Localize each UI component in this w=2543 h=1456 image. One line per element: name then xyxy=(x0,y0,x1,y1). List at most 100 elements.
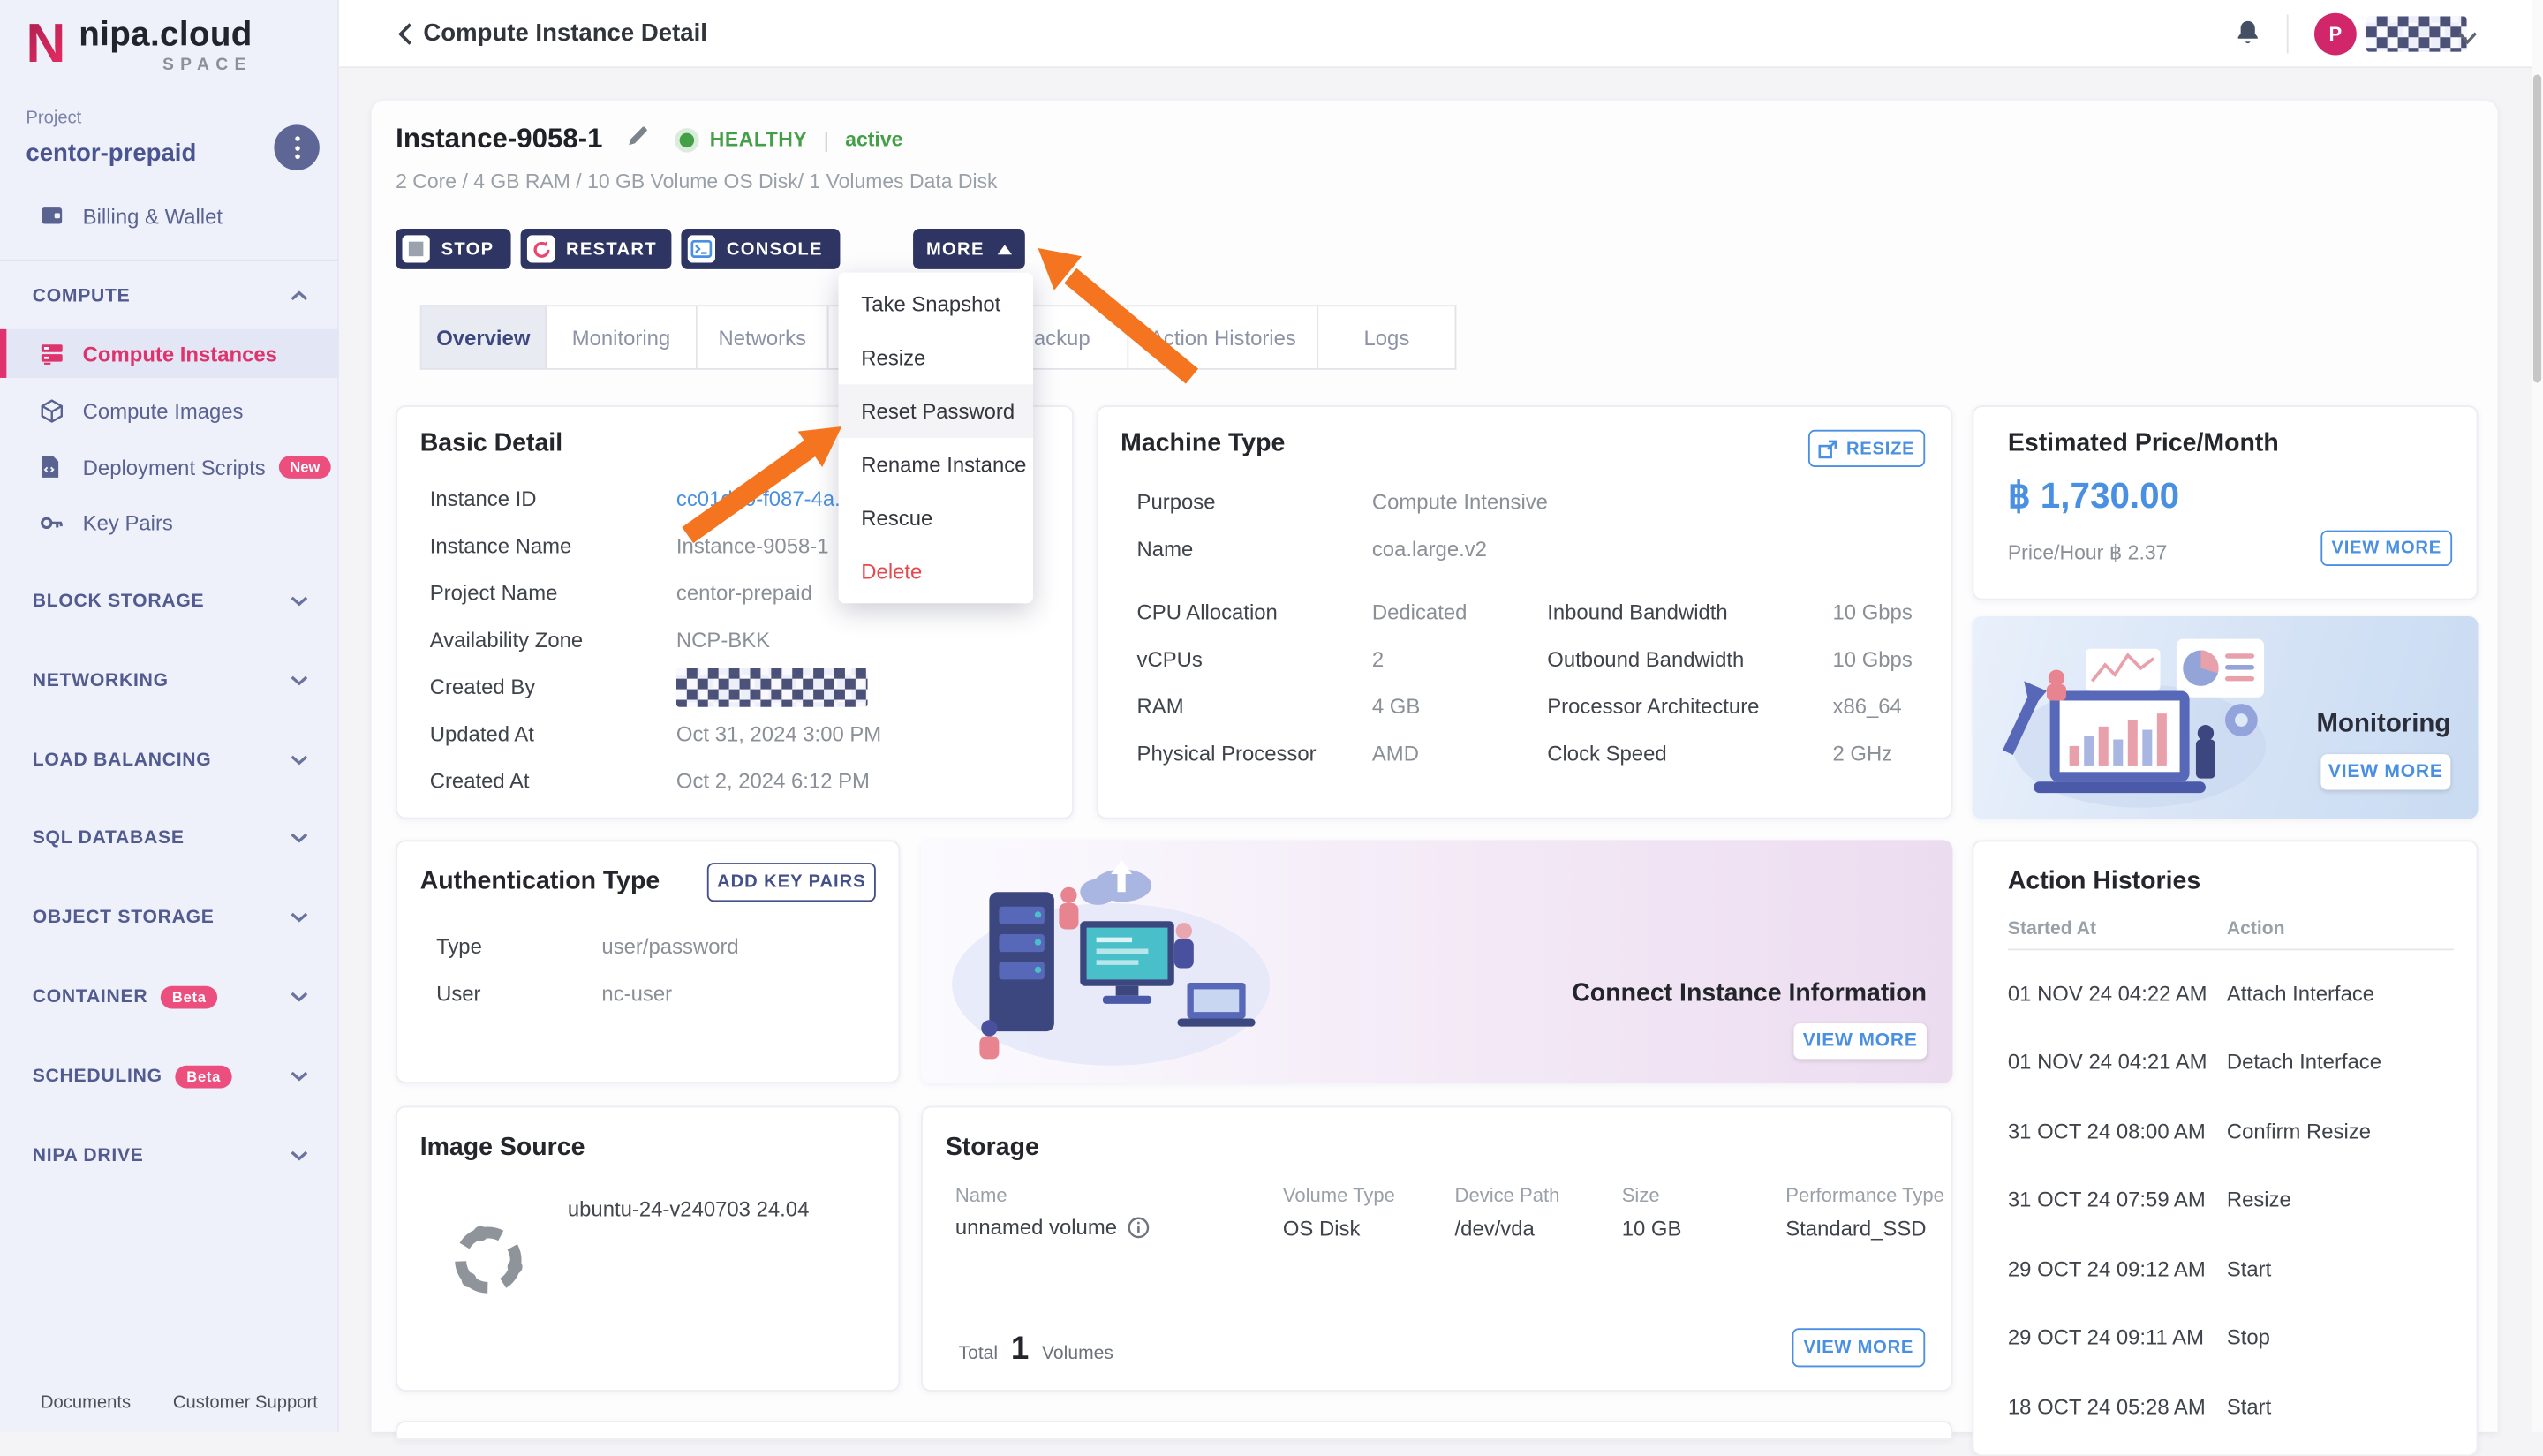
detail-row: Created At Oct 2, 2024 6:12 PM xyxy=(430,758,1054,804)
kebab-icon xyxy=(294,136,299,141)
volume-name: unnamed volume xyxy=(955,1215,1117,1240)
menu-item-reset-password[interactable]: Reset Password xyxy=(839,384,1033,438)
card-title: Storage xyxy=(946,1134,1039,1163)
price-card: Estimated Price/Month ฿ 1,730.00 Price/H… xyxy=(1972,405,2478,600)
key-icon xyxy=(41,515,64,530)
tab-logs[interactable]: Logs xyxy=(1318,305,1456,369)
sidebar-section-block-storage[interactable]: BLOCK STORAGE xyxy=(0,584,339,619)
sidebar-section-load-balancing[interactable]: LOAD BALANCING xyxy=(0,743,339,778)
history-row: 01 NOV 24 04:21 AM Detach Interface xyxy=(2008,1028,2470,1097)
chevron-down-icon xyxy=(291,671,308,690)
card-title: Estimated Price/Month xyxy=(2008,430,2279,459)
add-key-pairs-button[interactable]: ADD KEY PAIRS xyxy=(707,863,876,902)
sidebar-divider xyxy=(0,260,339,261)
chevron-down-icon xyxy=(291,988,308,1007)
next-card-edge xyxy=(396,1421,1952,1440)
project-label: Project xyxy=(26,109,81,128)
notification-bell-icon[interactable] xyxy=(2233,18,2262,58)
instance-state: active xyxy=(845,128,902,151)
sidebar-item-billing[interactable]: Billing & Wallet xyxy=(0,192,339,240)
sidebar-item-key-pairs[interactable]: Key Pairs xyxy=(0,498,339,547)
script-file-icon xyxy=(41,456,64,479)
sidebar-item-compute-instances[interactable]: Compute Instances xyxy=(0,329,339,378)
monitoring-illustration xyxy=(1985,630,2285,811)
console-button[interactable]: CONSOLE xyxy=(681,229,840,269)
stop-icon xyxy=(403,235,430,262)
volume-row: unnamed volume xyxy=(955,1215,1150,1240)
menu-item-delete[interactable]: Delete xyxy=(839,545,1033,599)
sidebar-section-sql-database[interactable]: SQL DATABASE xyxy=(0,820,339,856)
brand-name: nipa.cloud xyxy=(79,16,253,55)
connect-view-more-button[interactable]: VIEW MORE xyxy=(1793,1023,1927,1059)
resize-button[interactable]: RESIZE xyxy=(1808,430,1925,467)
sidebar-section-networking[interactable]: NETWORKING xyxy=(0,663,339,698)
menu-item-take-snapshot[interactable]: Take Snapshot xyxy=(839,277,1033,331)
restart-button[interactable]: RESTART xyxy=(521,229,672,269)
scrollbar-thumb[interactable] xyxy=(2533,74,2541,382)
price-view-more-button[interactable]: VIEW MORE xyxy=(2320,531,2452,566)
total-volumes-count: 1 xyxy=(1011,1332,1029,1369)
health-status: HEALTHY xyxy=(710,128,808,151)
chevron-down-icon xyxy=(291,829,308,849)
price-amount: ฿ 1,730.00 xyxy=(2008,475,2179,517)
connect-illustration xyxy=(940,847,1281,1077)
detail-row: Physical ProcessorAMD xyxy=(1137,730,1527,777)
chevron-down-icon[interactable] xyxy=(2457,25,2479,54)
topbar: Compute Instance Detail P xyxy=(339,0,2543,68)
device-path: /dev/vda xyxy=(1455,1217,1535,1241)
edit-pencil-icon[interactable] xyxy=(625,124,650,156)
sidebar-section-object-storage[interactable]: OBJECT STORAGE xyxy=(0,900,339,935)
instance-id-link[interactable]: cc01d00-f087-4a... xyxy=(676,487,852,511)
storage-card: Storage Name Volume Type Device Path Siz… xyxy=(921,1106,1952,1392)
column-header-name: Name xyxy=(955,1184,1007,1207)
detail-row: Updated At Oct 31, 2024 3:00 PM xyxy=(430,710,1054,757)
stop-button[interactable]: STOP xyxy=(396,229,510,269)
footer-link-documents[interactable]: Documents xyxy=(41,1393,131,1413)
tab-action-histories[interactable]: Action Histories xyxy=(1128,305,1318,369)
redacted-username xyxy=(2366,16,2467,51)
tab-monitoring[interactable]: Monitoring xyxy=(547,305,698,369)
detail-row: Processor Architecturex86_64 xyxy=(1547,683,1936,729)
history-row: 29 OCT 24 09:11 AM Stop xyxy=(2008,1303,2470,1372)
chevron-down-icon xyxy=(291,1147,308,1166)
sidebar-item-compute-images[interactable]: Compute Images xyxy=(0,386,339,434)
project-menu-button[interactable] xyxy=(274,124,319,170)
cube-icon xyxy=(41,398,64,423)
scrollbar[interactable] xyxy=(2532,0,2543,1432)
brand-logo[interactable]: N nipa.cloud SPACE xyxy=(26,16,252,74)
column-header-action: Action xyxy=(2227,919,2285,939)
image-name: ubuntu-24-v240703 24.04 xyxy=(568,1197,810,1222)
sidebar-section-container[interactable]: CONTAINER Beta xyxy=(0,979,339,1015)
sidebar-item-deployment-scripts[interactable]: Deployment Scripts New xyxy=(0,442,339,491)
history-row: 31 OCT 24 08:00 AM Confirm Resize xyxy=(2008,1097,2470,1166)
sidebar-item-label: Key Pairs xyxy=(83,510,173,535)
avatar[interactable]: P xyxy=(2314,13,2357,56)
sidebar-section-scheduling[interactable]: SCHEDULING Beta xyxy=(0,1059,339,1094)
status-separator: | xyxy=(824,127,829,152)
info-icon[interactable] xyxy=(1127,1216,1150,1239)
sidebar-section-nipa-drive[interactable]: NIPA DRIVE xyxy=(0,1138,339,1173)
back-button[interactable] xyxy=(397,21,413,56)
restart-icon xyxy=(527,235,555,262)
detail-row: Availability Zone NCP-BKK xyxy=(430,616,1054,663)
card-title: Authentication Type xyxy=(420,868,660,897)
sidebar-section-compute[interactable]: COMPUTE xyxy=(0,279,339,314)
footer-link-customer-support[interactable]: Customer Support xyxy=(173,1393,318,1413)
tab-overview[interactable]: Overview xyxy=(420,305,547,369)
more-button[interactable]: MORE xyxy=(913,229,1025,269)
action-histories-card: Action Histories Started At Action 01 NO… xyxy=(1972,840,2478,1456)
monitoring-view-more-button[interactable]: VIEW MORE xyxy=(2320,754,2450,789)
tab-networks[interactable]: Networks xyxy=(698,305,829,369)
chevron-down-icon xyxy=(291,592,308,611)
storage-view-more-button[interactable]: VIEW MORE xyxy=(1792,1328,1926,1367)
chevron-down-icon xyxy=(291,751,308,770)
menu-item-rescue[interactable]: Rescue xyxy=(839,492,1033,546)
column-header-size: Size xyxy=(1622,1184,1660,1207)
brand-sub: SPACE xyxy=(162,55,253,74)
instance-header: Instance-9058-1 HEALTHY | active xyxy=(396,124,902,156)
menu-item-resize[interactable]: Resize xyxy=(839,331,1033,385)
menu-item-rename-instance[interactable]: Rename Instance xyxy=(839,438,1033,492)
detail-row: Typeuser/password xyxy=(436,923,874,969)
sidebar: N nipa.cloud SPACE Project centor-prepai… xyxy=(0,0,339,1432)
app-root: N nipa.cloud SPACE Project centor-prepai… xyxy=(0,0,2543,1432)
